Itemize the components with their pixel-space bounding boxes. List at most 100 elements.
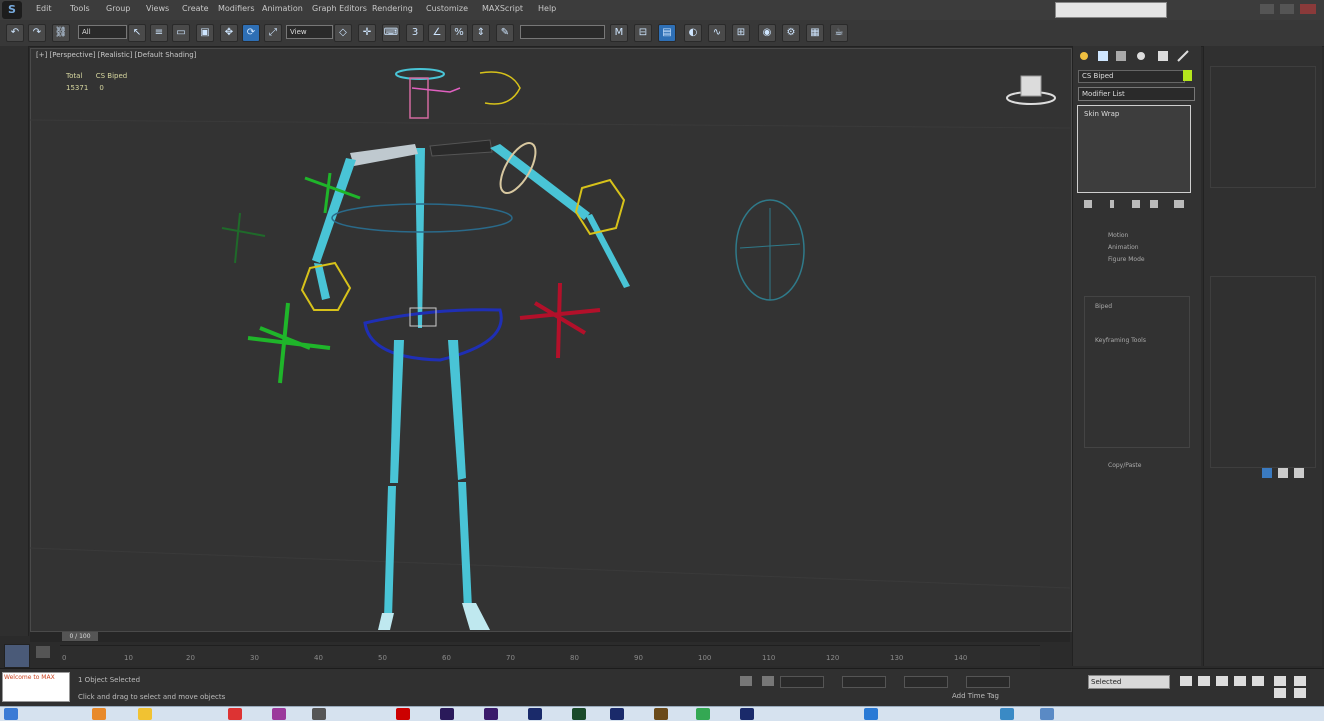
y-coordinate-field[interactable] (842, 676, 886, 688)
add-time-tag[interactable]: Add Time Tag (952, 692, 999, 700)
playback-controls[interactable] (1178, 674, 1318, 700)
spinner-snap-icon[interactable]: ⇕ (472, 24, 490, 42)
taskbar-app-15[interactable] (864, 708, 878, 720)
menu-group[interactable]: Group (106, 4, 130, 13)
open-trackbar-icon[interactable] (36, 646, 50, 658)
rollout-motion[interactable]: Motion (1108, 232, 1128, 239)
lock-selection-icon[interactable] (740, 676, 752, 686)
toggle-button-b[interactable] (1278, 468, 1288, 478)
rendered-frame-icon[interactable]: ▦ (806, 24, 824, 42)
menu-customize[interactable]: Customize (426, 4, 468, 13)
menu-modifiers[interactable]: Modifiers (218, 4, 255, 13)
percent-snap-icon[interactable]: % (450, 24, 468, 42)
select-object-icon[interactable]: ↖ (128, 24, 146, 42)
command-panel-tabs[interactable] (1076, 49, 1196, 63)
head-bone (409, 77, 429, 119)
align-icon[interactable]: ⊟ (634, 24, 652, 42)
absolute-mode-icon[interactable] (762, 676, 774, 686)
modifier-stack[interactable]: Skin Wrap (1077, 105, 1191, 193)
named-selection-select[interactable] (520, 25, 605, 39)
undo-icon[interactable]: ↶ (6, 24, 24, 42)
link-icon[interactable]: ⛓ (52, 24, 70, 42)
toggle-button-c[interactable] (1294, 468, 1304, 478)
curve-editor-icon[interactable]: ∿ (708, 24, 726, 42)
graphite-toggle-icon[interactable]: ◐ (684, 24, 702, 42)
taskbar-app-2[interactable] (138, 708, 152, 720)
taskbar-app-1[interactable] (92, 708, 106, 720)
menu-views[interactable]: Views (146, 4, 169, 13)
viewcube[interactable] (1005, 72, 1057, 106)
selection-filter-select[interactable]: All (78, 25, 127, 39)
time-slider-handle[interactable]: 0 / 100 (62, 632, 98, 641)
prompt-line: Click and drag to select and move object… (78, 693, 226, 701)
time-slider-track[interactable] (30, 632, 1070, 642)
rollout-biped[interactable]: Biped (1095, 303, 1112, 310)
select-by-name-icon[interactable]: ≡ (150, 24, 168, 42)
rect-selection-icon[interactable]: ▭ (172, 24, 190, 42)
redo-icon[interactable]: ↷ (28, 24, 46, 42)
biped-rig-drawing[interactable] (30, 48, 1070, 630)
right-thigh (448, 340, 466, 480)
mini-listener-icon[interactable] (4, 644, 30, 668)
rollout-keyframing-tools[interactable]: Keyframing Tools (1095, 337, 1146, 344)
taskbar-app-7[interactable] (440, 708, 454, 720)
modifier-list-select[interactable]: Modifier List (1078, 87, 1195, 101)
taskbar-app-5[interactable] (312, 708, 326, 720)
menu-create[interactable]: Create (182, 4, 209, 13)
scale-icon[interactable]: ⤢ (264, 24, 282, 42)
object-name-field[interactable]: CS Biped (1078, 70, 1185, 83)
taskbar-app-16[interactable] (1000, 708, 1014, 720)
menu-maxscript[interactable]: MAXScript (482, 4, 523, 13)
menu-tools[interactable]: Tools (70, 4, 90, 13)
select-manipulate-icon[interactable]: ✛ (358, 24, 376, 42)
right-hand-ctrl (574, 178, 626, 236)
angle-snap-icon[interactable]: ∠ (428, 24, 446, 42)
taskbar-app-4[interactable] (272, 708, 286, 720)
rollout-copy-paste[interactable]: Copy/Paste (1108, 462, 1141, 469)
app-logo-button[interactable]: S (2, 1, 22, 19)
layer-explorer-icon[interactable]: ▤ (658, 24, 676, 42)
taskbar-app-12[interactable] (654, 708, 668, 720)
taskbar-app-17[interactable] (1040, 708, 1054, 720)
taskbar-app-3[interactable] (228, 708, 242, 720)
taskbar-app-11[interactable] (610, 708, 624, 720)
object-color-swatch[interactable] (1183, 70, 1192, 81)
move-icon[interactable]: ✥ (220, 24, 238, 42)
taskbar-app-6[interactable] (396, 708, 410, 720)
key-filter-select[interactable]: Selected (1088, 675, 1170, 689)
search-input[interactable] (1055, 2, 1167, 18)
rotate-icon[interactable]: ⟳ (242, 24, 260, 42)
pivot-icon[interactable]: ◇ (334, 24, 352, 42)
menu-rendering[interactable]: Rendering (372, 4, 413, 13)
grid-field[interactable] (966, 676, 1010, 688)
menu-edit[interactable]: Edit (36, 4, 52, 13)
stack-toolbar[interactable] (1080, 198, 1190, 210)
snaps-toggle-icon[interactable]: 3 (406, 24, 424, 42)
taskbar-app-8[interactable] (484, 708, 498, 720)
menu-graph-editors[interactable]: Graph Editors (312, 4, 367, 13)
stack-item[interactable]: Skin Wrap (1084, 110, 1184, 118)
menu-help[interactable]: Help (538, 4, 556, 13)
render-production-icon[interactable]: ☕ (830, 24, 848, 42)
x-coordinate-field[interactable] (780, 676, 824, 688)
window-crossing-icon[interactable]: ▣ (196, 24, 214, 42)
taskbar-app-10[interactable] (572, 708, 586, 720)
rollout-figure-mode[interactable]: Figure Mode (1108, 256, 1145, 263)
material-editor-icon[interactable]: ◉ (758, 24, 776, 42)
edit-named-selection-icon[interactable]: ✎ (496, 24, 514, 42)
taskbar-app-9[interactable] (528, 708, 542, 720)
schematic-view-icon[interactable]: ⊞ (732, 24, 750, 42)
render-setup-icon[interactable]: ⚙ (782, 24, 800, 42)
mirror-icon[interactable]: M (610, 24, 628, 42)
z-coordinate-field[interactable] (904, 676, 948, 688)
rollout-animation[interactable]: Animation (1108, 244, 1139, 251)
taskbar-app-14[interactable] (740, 708, 754, 720)
reference-coord-select[interactable]: View (286, 25, 333, 39)
make-unique-icon (1132, 200, 1140, 208)
keyboard-shortcut-icon[interactable]: ⌨ (382, 24, 400, 42)
start-button[interactable] (4, 708, 18, 720)
menu-animation[interactable]: Animation (262, 4, 303, 13)
taskbar-app-13[interactable] (696, 708, 710, 720)
minimize-icon (1260, 4, 1274, 14)
toggle-button-a[interactable] (1262, 468, 1272, 478)
